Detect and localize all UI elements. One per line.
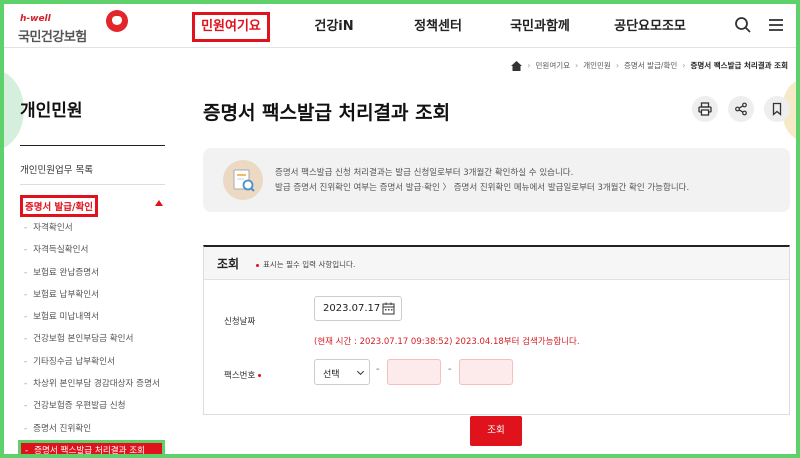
site-logo[interactable]: h-well 국민건강보험 [18, 10, 128, 45]
required-dot-icon [257, 374, 261, 377]
logo-tagline: h-well [20, 14, 51, 24]
heart-logo-icon [106, 10, 128, 32]
date-input[interactable]: 2023.07.17 [314, 296, 402, 321]
print-icon [698, 102, 712, 116]
sidebar-divider [20, 184, 165, 185]
sidebar-item[interactable]: - 건강보험증 우편발급 신청 [20, 395, 165, 417]
fax-separator: - [448, 364, 452, 375]
page-title: 증명서 팩스발급 처리결과 조회 [203, 102, 451, 124]
sidebar-item[interactable]: - 차상위 본인부담 경감대상자 증명서 [20, 373, 165, 395]
sidebar-section-link[interactable]: 개인민원업무 목록 [20, 162, 165, 178]
sidebar-menu: - 자격확인서 - 자격득실확인서 - 보험료 완납증명서 - 보험료 납부확인서 -보… [18, 217, 165, 458]
search-icon[interactable] [734, 16, 752, 34]
sidebar-item-label: 증명서 팩스발급 처리결과 조회 [34, 445, 146, 456]
sidebar: 개인민원 개인민원업무 목록 증명서 발급/확인 - 자격확인서 - 자격득실확인서… [18, 90, 165, 458]
dash-icon: - [24, 289, 28, 300]
info-text-2: 발급 증명서 진위확인 여부는 증명서 발급·확인 〉 증명서 진위확인 메뉴에… [275, 183, 690, 193]
nav-item-citizens[interactable]: 국민과함께 [500, 12, 580, 42]
breadcrumb: › 민원여기요 › 개인민원 › 증명서 발급/확인 › 증명서 팩스발급 처리… [511, 60, 788, 71]
search-submit-button[interactable]: 조회 [470, 416, 522, 446]
sidebar-title: 개인민원 [20, 90, 165, 146]
breadcrumb-item[interactable]: 민원여기요 [536, 60, 571, 71]
fax-label: 팩스번호 [224, 369, 265, 381]
sidebar-item-label: 보험료 완납증명서 [33, 267, 100, 278]
sidebar-item-label: 자격확인서 [33, 223, 73, 233]
nav-item-about[interactable]: 공단요모조모 [602, 12, 698, 42]
search-form-title: 조회 [217, 257, 240, 271]
date-label: 신청날짜 [224, 317, 256, 327]
nav-item-policy[interactable]: 정책센터 [398, 12, 478, 42]
sidebar-item-label: 보험료 납부확인서 [33, 289, 100, 300]
dash-icon: - [25, 445, 29, 456]
required-dot-icon [256, 263, 259, 267]
nav-item-minwon[interactable]: 민원여기요 [192, 12, 270, 42]
breadcrumb-separator-icon: › [682, 61, 686, 70]
sidebar-item-label: 건강보험증 우편발급 신청 [33, 401, 126, 412]
sidebar-item[interactable]: - 보험료 미납내역서 [20, 306, 165, 328]
info-box: 증명서 팩스발급 신청 처리결과는 발급 신청일로부터 3개월간 확인하실 수 … [203, 148, 790, 212]
dash-icon: - [24, 356, 28, 367]
fax-area-select[interactable]: 선택 [314, 359, 370, 385]
breadcrumb-separator-icon: › [615, 61, 620, 70]
nav-item-health-in[interactable]: 건강iN [294, 12, 374, 42]
sidebar-item-label: 보험료 미납내역서 [33, 312, 100, 323]
dash-icon: - [24, 223, 28, 233]
document-search-icon [223, 160, 263, 200]
dash-icon: - [24, 267, 28, 278]
dash-icon: - [24, 245, 28, 256]
sidebar-item-label: 자격득실확인서 [33, 245, 89, 256]
sidebar-item[interactable]: - 건강보험 본인부담금 확인서 [20, 328, 165, 350]
page-tools [692, 96, 790, 122]
site-header: h-well 국민건강보험 민원여기요 건강iN 정책센터 국민과함께 공단요모… [4, 4, 796, 48]
dash-icon: - [24, 423, 28, 434]
sidebar-item-active[interactable]: - 증명서 팩스발급 처리결과 조회 [18, 439, 165, 458]
sidebar-category[interactable]: 증명서 발급/확인 [20, 195, 165, 217]
fax-area-select-value: 선택 [323, 370, 340, 380]
breadcrumb-item[interactable]: 증명서 발급/확인 [624, 60, 677, 71]
dash-icon: - [24, 401, 28, 412]
menu-icon[interactable] [767, 16, 785, 34]
sidebar-item-label: 기타징수금 납부확인서 [33, 356, 115, 367]
search-form: 조회 표시는 필수 입력 사항입니다. 신청날짜 2023.07.17 (현재 … [203, 245, 790, 415]
required-note: 표시는 필수 입력 사항입니다. [256, 259, 355, 270]
sidebar-item[interactable]: - 기타징수금 납부확인서 [20, 351, 165, 373]
chevron-down-icon [356, 367, 365, 376]
logo-text: 국민건강보험 [18, 30, 87, 45]
sidebar-item-label: 건강보험 본인부담금 확인서 [33, 334, 134, 345]
share-button[interactable] [728, 96, 754, 122]
sidebar-item[interactable]: - 자격득실확인서 [20, 239, 165, 261]
search-form-header: 조회 표시는 필수 입력 사항입니다. [204, 247, 789, 280]
breadcrumb-separator-icon: › [575, 61, 579, 70]
search-availability-notice: (현재 시간 : 2023.07.17 09:38:52) 2023.04.18… [314, 337, 580, 347]
calendar-icon[interactable] [382, 302, 395, 315]
breadcrumb-separator-icon: › [527, 61, 531, 70]
print-button[interactable] [692, 96, 718, 122]
fax-middle-input[interactable] [387, 359, 441, 385]
fax-last-input[interactable] [459, 359, 513, 385]
dash-icon: - [24, 312, 28, 323]
dash-icon: - [24, 334, 28, 345]
sidebar-item[interactable]: - 보험료 완납증명서 [20, 262, 165, 284]
home-icon[interactable] [511, 60, 523, 71]
breadcrumb-item[interactable]: 개인민원 [583, 60, 611, 71]
fax-separator: - [376, 364, 380, 375]
info-text-1: 증명서 팩스발급 신청 처리결과는 발급 신청일로부터 3개월간 확인하실 수 … [275, 168, 574, 178]
sidebar-item-label: 차상위 본인부담 경감대상자 증명서 [33, 379, 160, 390]
sidebar-item-label: 증명서 진위확인 [33, 423, 92, 434]
sidebar-item[interactable]: - 증명서 진위확인 [20, 418, 165, 440]
bookmark-button[interactable] [764, 96, 790, 122]
sidebar-category-label: 증명서 발급/확인 [20, 195, 98, 217]
required-note-text: 표시는 필수 입력 사항입니다. [263, 260, 356, 269]
collapse-arrow-icon[interactable] [155, 200, 163, 206]
share-icon [735, 102, 747, 116]
sidebar-item[interactable]: - 자격확인서 [20, 217, 165, 239]
sidebar-item[interactable]: - 보험료 납부확인서 [20, 284, 165, 306]
date-value: 2023.07.17 [323, 303, 381, 314]
bookmark-icon [772, 102, 782, 116]
main-nav: 민원여기요 건강iN 정책센터 국민과함께 공단요모조모 [192, 12, 698, 42]
fax-label-text: 팩스번호 [224, 371, 256, 381]
breadcrumb-current: 증명서 팩스발급 처리결과 조회 [690, 61, 788, 70]
dash-icon: - [24, 379, 28, 390]
